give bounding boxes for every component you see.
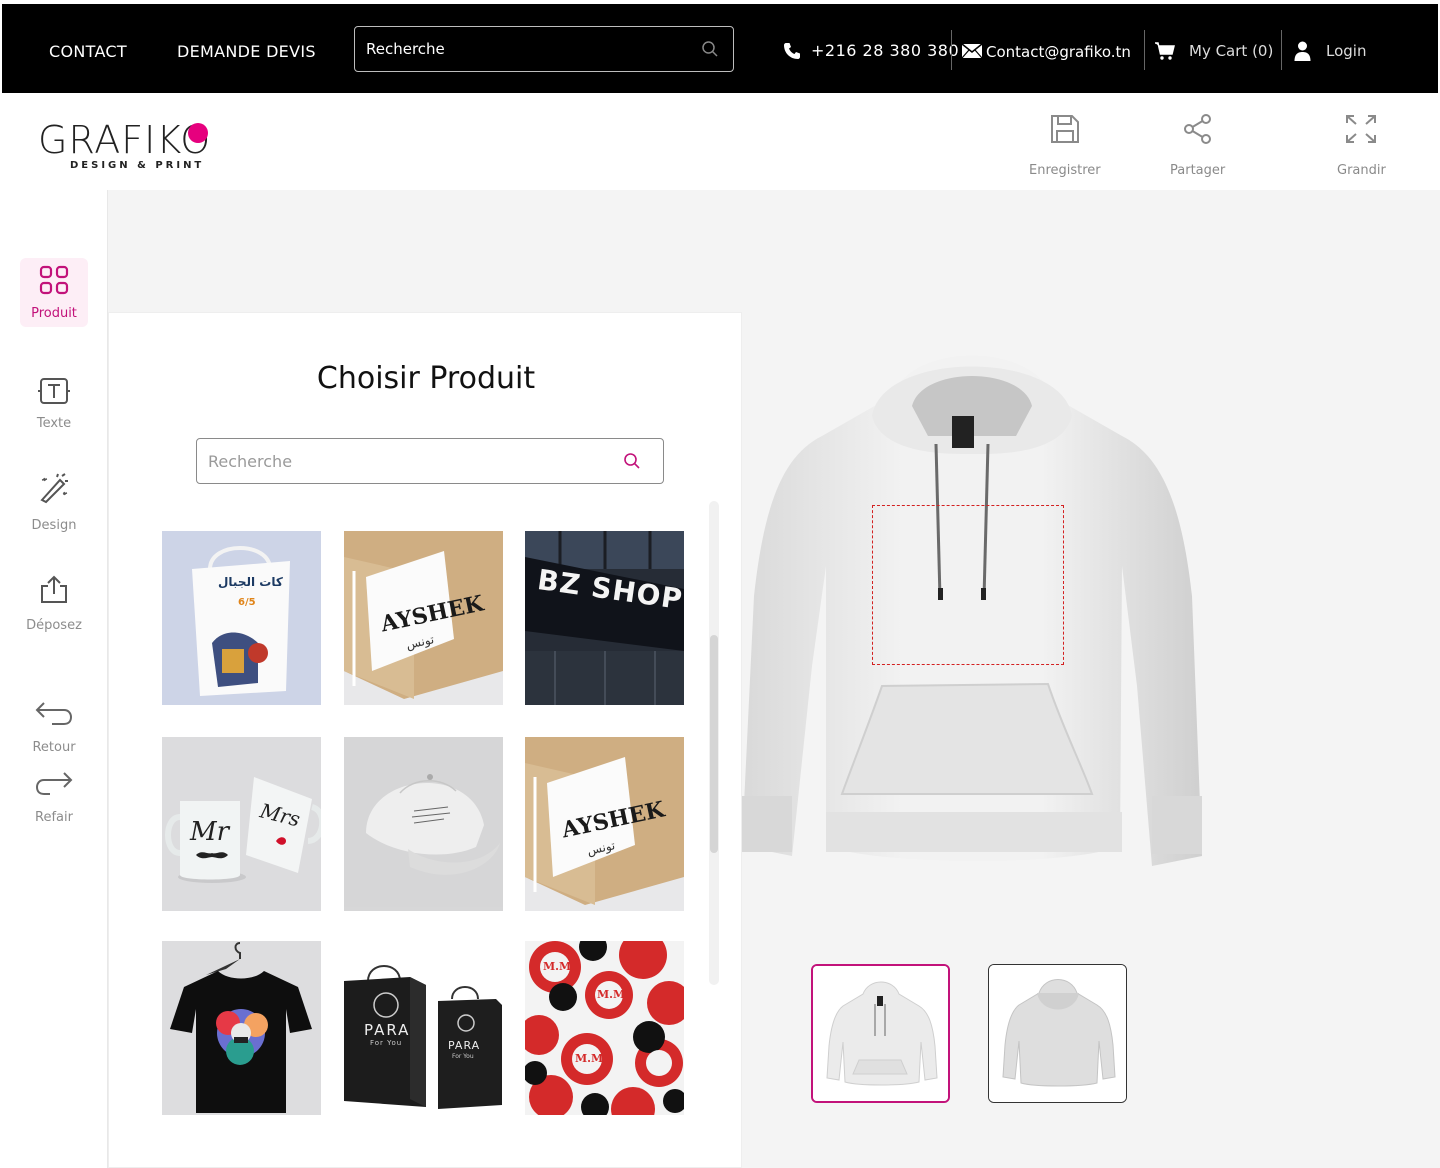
product-tile-cap[interactable]: [344, 737, 503, 911]
cart-label: My Cart (0): [1189, 41, 1274, 60]
phone-icon: [782, 41, 802, 61]
tote-bag-image: [162, 531, 321, 705]
share-button[interactable]: Partager: [1170, 113, 1225, 178]
view-thumb-back[interactable]: [988, 964, 1127, 1103]
divider: [1281, 30, 1282, 70]
rail-item-refair[interactable]: Refair: [20, 770, 88, 825]
nav-contact-link[interactable]: CONTACT: [49, 42, 127, 61]
login-label: Login: [1326, 41, 1367, 60]
tote-bag-text: كات الجبال: [218, 575, 283, 589]
share-icon: [1182, 113, 1214, 149]
cart-button[interactable]: My Cart (0): [1154, 4, 1273, 97]
phone-contact[interactable]: +216 28 380 380: [782, 4, 959, 97]
undo-icon: [34, 700, 74, 732]
login-button[interactable]: Login: [1294, 4, 1366, 97]
save-button[interactable]: Enregistrer: [1029, 113, 1101, 178]
rail-item-deposez[interactable]: Déposez: [20, 574, 88, 633]
mug-mr-text: Mr: [190, 817, 230, 847]
app-header: GRAFIKO DESIGN & PRINT Enregistrer Parta…: [0, 93, 1440, 190]
bag-large-sub: For You: [370, 1039, 403, 1047]
product-tile-shopping-bags[interactable]: PARA For You PARA For You: [344, 941, 503, 1115]
save-label: Enregistrer: [1029, 163, 1101, 178]
user-icon: [1294, 41, 1311, 61]
email-address: Contact@grafiko.tn: [986, 43, 1131, 61]
bag-small-text: PARA: [448, 1039, 481, 1052]
rail-label: Déposez: [26, 618, 82, 633]
rail-label: Refair: [35, 810, 73, 825]
logo-tagline: DESIGN & PRINT: [70, 160, 205, 171]
bag-large-text: PARA: [364, 1021, 411, 1039]
product-panel: Choisir Produit كات الجبال 6/5: [108, 312, 742, 1168]
print-area-outline[interactable]: [872, 505, 1064, 665]
product-tile-t-shirt[interactable]: [162, 941, 321, 1115]
hoodie-back-thumb: [989, 965, 1126, 1102]
grafiko-logo[interactable]: GRAFIKO DESIGN & PRINT: [38, 121, 211, 171]
product-tile-box-label-2[interactable]: AYSHEK تونس: [525, 737, 684, 911]
divider: [951, 30, 952, 70]
fullscreen-button[interactable]: Grandir: [1337, 113, 1386, 178]
grid-icon: [38, 264, 70, 300]
sticker-text-2: M.M: [597, 988, 626, 1001]
rail-item-retour[interactable]: Retour: [20, 700, 88, 755]
product-tile-tote-bag[interactable]: كات الجبال 6/5: [162, 531, 321, 705]
divider: [1144, 30, 1145, 70]
phone-number: +216 28 380 380: [811, 41, 960, 60]
logo-wordmark: GRAFIKO: [38, 118, 212, 162]
hoodie-front-thumb: [813, 966, 948, 1101]
product-tile-mugs[interactable]: Mr Mrs: [162, 737, 321, 911]
sticker-text-1: M.M: [543, 960, 572, 973]
product-tile-shop-sign[interactable]: BZ SHOP: [525, 531, 684, 705]
product-tile-stickers[interactable]: M.M M.M M.M: [525, 941, 684, 1115]
tool-rail: Produit Texte Design Déposez Retour Refa…: [0, 190, 108, 1168]
nav-quote-link[interactable]: DEMANDE DEVIS: [177, 42, 316, 61]
cart-icon: [1154, 41, 1176, 61]
app-frame: CONTACT DEMANDE DEVIS +216 28 380 380 Co…: [0, 0, 1440, 1168]
search-icon[interactable]: [623, 452, 641, 474]
bag-small-sub: For You: [452, 1053, 474, 1060]
rail-item-texte[interactable]: Texte: [20, 376, 88, 431]
panel-title: Choisir Produit: [316, 361, 536, 396]
save-icon: [1049, 113, 1081, 149]
global-search[interactable]: [354, 26, 734, 72]
tote-bag-date: 6/5: [238, 597, 256, 608]
mail-icon: [961, 42, 983, 59]
rail-item-produit[interactable]: Produit: [20, 258, 88, 327]
fullscreen-label: Grandir: [1337, 163, 1386, 178]
panel-scrollbar-thumb[interactable]: [710, 635, 718, 853]
product-tile-box-label[interactable]: AYSHEK تونس: [344, 531, 503, 705]
shop-sign-image: [525, 531, 684, 705]
rail-label: Produit: [31, 306, 77, 321]
magic-wand-icon: [38, 472, 70, 508]
t-shirt-image: [162, 941, 321, 1115]
sticker-text-3: M.M: [575, 1052, 604, 1065]
rail-item-design[interactable]: Design: [20, 472, 88, 533]
logo-dot: [188, 123, 208, 143]
redo-icon: [34, 770, 74, 802]
product-search[interactable]: [196, 438, 664, 484]
global-search-input[interactable]: [355, 27, 733, 71]
top-bar: CONTACT DEMANDE DEVIS +216 28 380 380 Co…: [0, 0, 1440, 93]
rail-label: Texte: [36, 416, 72, 431]
expand-icon: [1344, 113, 1378, 149]
product-search-input[interactable]: [197, 439, 663, 483]
share-label: Partager: [1170, 163, 1226, 178]
view-thumb-front[interactable]: [811, 964, 950, 1103]
rail-label: Retour: [32, 740, 76, 755]
email-contact[interactable]: Contact@grafiko.tn: [961, 4, 1131, 97]
search-icon[interactable]: [701, 40, 719, 62]
upload-icon: [39, 574, 69, 608]
cap-image: [344, 737, 503, 907]
rail-label: Design: [31, 518, 77, 533]
text-icon: [38, 376, 70, 410]
